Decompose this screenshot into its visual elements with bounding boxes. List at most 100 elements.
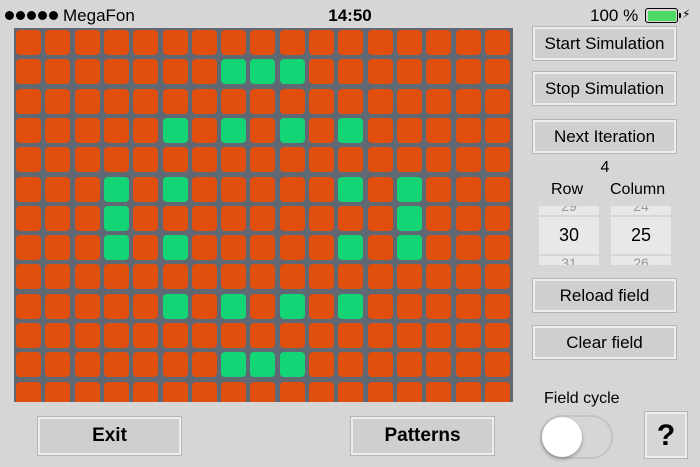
dead-cell[interactable] (74, 59, 100, 85)
dead-cell[interactable] (16, 323, 41, 348)
dead-cell[interactable] (367, 323, 393, 348)
alive-cell[interactable] (103, 176, 129, 202)
alive-cell[interactable] (162, 235, 188, 261)
alive-cell[interactable] (221, 59, 247, 85)
dead-cell[interactable] (74, 352, 100, 378)
dead-cell[interactable] (250, 147, 276, 173)
dead-cell[interactable] (162, 352, 188, 378)
dead-cell[interactable] (279, 205, 305, 231)
stop-simulation-button[interactable]: Stop Simulation (532, 71, 677, 106)
alive-cell[interactable] (396, 235, 422, 261)
dead-cell[interactable] (426, 352, 452, 378)
dead-cell[interactable] (455, 352, 481, 378)
dead-cell[interactable] (455, 147, 481, 173)
dead-cell[interactable] (338, 30, 364, 55)
dead-cell[interactable] (16, 205, 41, 231)
dead-cell[interactable] (367, 176, 393, 202)
dead-cell[interactable] (162, 30, 188, 55)
dead-cell[interactable] (45, 381, 71, 402)
reload-field-button[interactable]: Reload field (532, 278, 677, 313)
dead-cell[interactable] (484, 117, 510, 143)
alive-cell[interactable] (338, 235, 364, 261)
dead-cell[interactable] (484, 205, 510, 231)
dead-cell[interactable] (338, 88, 364, 114)
dead-cell[interactable] (338, 264, 364, 290)
dead-cell[interactable] (16, 293, 41, 319)
dead-cell[interactable] (338, 352, 364, 378)
next-iteration-button[interactable]: Next Iteration (532, 119, 677, 154)
dead-cell[interactable] (74, 30, 100, 55)
alive-cell[interactable] (162, 176, 188, 202)
dead-cell[interactable] (191, 381, 217, 402)
dead-cell[interactable] (279, 88, 305, 114)
dead-cell[interactable] (455, 381, 481, 402)
dead-cell[interactable] (396, 293, 422, 319)
dead-cell[interactable] (133, 88, 159, 114)
dead-cell[interactable] (221, 323, 247, 348)
alive-cell[interactable] (103, 205, 129, 231)
alive-cell[interactable] (279, 59, 305, 85)
dead-cell[interactable] (191, 205, 217, 231)
alive-cell[interactable] (279, 352, 305, 378)
dead-cell[interactable] (338, 381, 364, 402)
dead-cell[interactable] (16, 235, 41, 261)
dead-cell[interactable] (133, 176, 159, 202)
dead-cell[interactable] (367, 235, 393, 261)
dead-cell[interactable] (16, 352, 41, 378)
clear-field-button[interactable]: Clear field (532, 325, 677, 360)
dead-cell[interactable] (45, 176, 71, 202)
dead-cell[interactable] (103, 264, 129, 290)
dead-cell[interactable] (16, 88, 41, 114)
dead-cell[interactable] (16, 59, 41, 85)
dead-cell[interactable] (455, 59, 481, 85)
dead-cell[interactable] (396, 323, 422, 348)
dead-cell[interactable] (309, 205, 334, 231)
dead-cell[interactable] (191, 176, 217, 202)
dead-cell[interactable] (396, 30, 422, 55)
dead-cell[interactable] (221, 205, 247, 231)
dead-cell[interactable] (309, 88, 334, 114)
dead-cell[interactable] (250, 205, 276, 231)
dead-cell[interactable] (426, 381, 452, 402)
dead-cell[interactable] (396, 352, 422, 378)
dead-cell[interactable] (396, 59, 422, 85)
dead-cell[interactable] (455, 235, 481, 261)
column-picker[interactable]: 24 25 26 (611, 206, 671, 265)
dead-cell[interactable] (16, 117, 41, 143)
dead-cell[interactable] (45, 117, 71, 143)
dead-cell[interactable] (103, 88, 129, 114)
dead-cell[interactable] (133, 264, 159, 290)
dead-cell[interactable] (455, 176, 481, 202)
dead-cell[interactable] (250, 117, 276, 143)
alive-cell[interactable] (279, 117, 305, 143)
dead-cell[interactable] (191, 30, 217, 55)
dead-cell[interactable] (338, 323, 364, 348)
dead-cell[interactable] (45, 205, 71, 231)
dead-cell[interactable] (484, 352, 510, 378)
dead-cell[interactable] (309, 352, 334, 378)
dead-cell[interactable] (455, 30, 481, 55)
dead-cell[interactable] (45, 235, 71, 261)
dead-cell[interactable] (162, 381, 188, 402)
patterns-button[interactable]: Patterns (350, 416, 495, 456)
dead-cell[interactable] (103, 30, 129, 55)
dead-cell[interactable] (191, 352, 217, 378)
dead-cell[interactable] (16, 30, 41, 55)
dead-cell[interactable] (133, 117, 159, 143)
dead-cell[interactable] (455, 323, 481, 348)
dead-cell[interactable] (221, 176, 247, 202)
dead-cell[interactable] (221, 264, 247, 290)
dead-cell[interactable] (74, 323, 100, 348)
dead-cell[interactable] (396, 264, 422, 290)
dead-cell[interactable] (367, 88, 393, 114)
dead-cell[interactable] (191, 117, 217, 143)
alive-cell[interactable] (221, 293, 247, 319)
dead-cell[interactable] (455, 117, 481, 143)
dead-cell[interactable] (367, 59, 393, 85)
dead-cell[interactable] (133, 30, 159, 55)
dead-cell[interactable] (484, 176, 510, 202)
dead-cell[interactable] (484, 264, 510, 290)
alive-cell[interactable] (338, 176, 364, 202)
dead-cell[interactable] (279, 30, 305, 55)
dead-cell[interactable] (45, 59, 71, 85)
